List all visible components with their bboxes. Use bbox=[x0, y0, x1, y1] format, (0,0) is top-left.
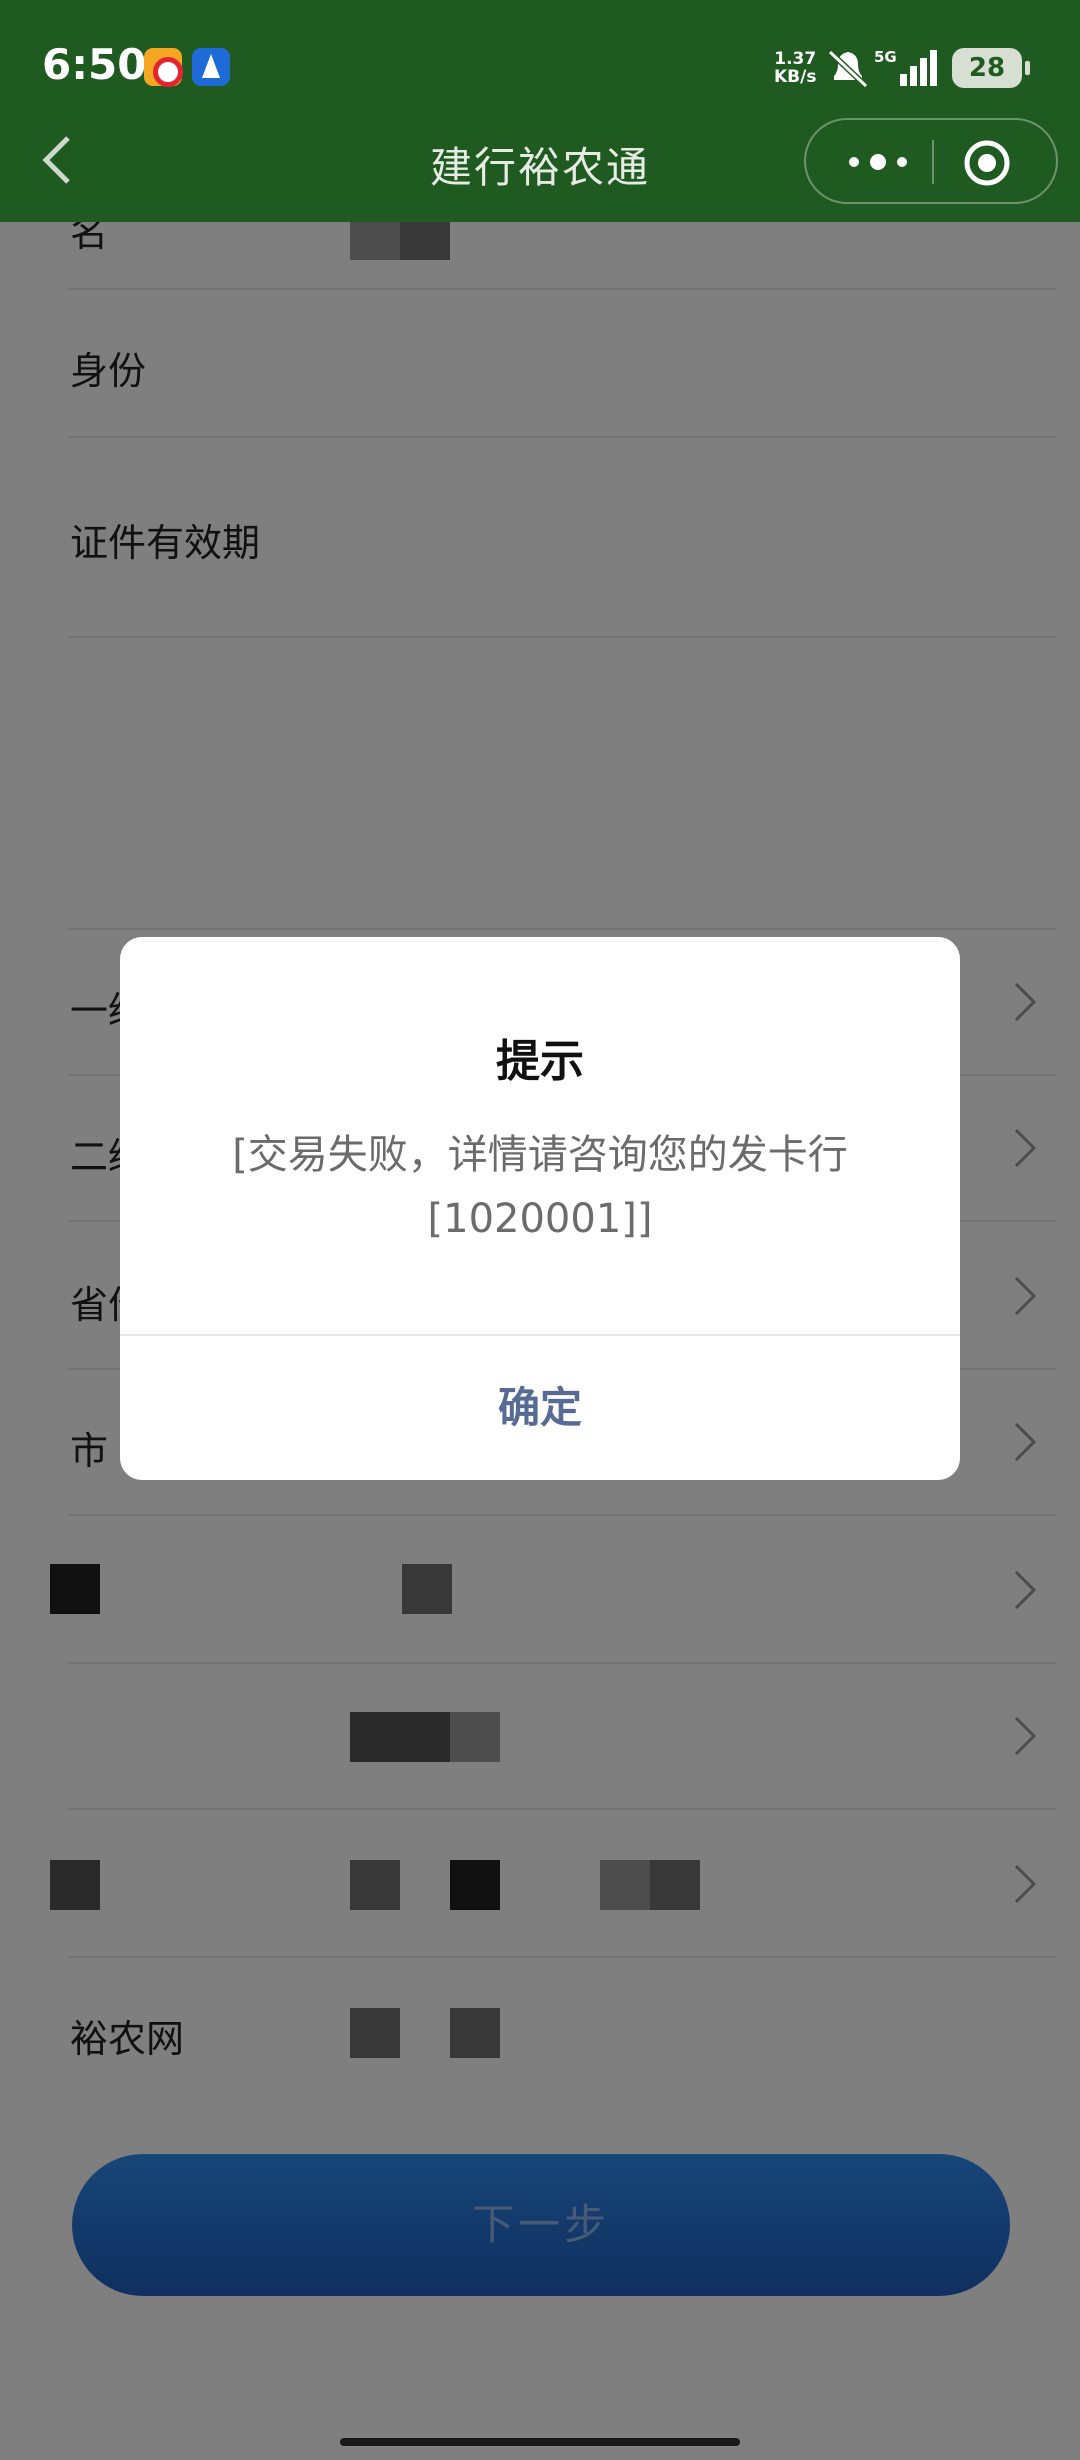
notification-app-icon bbox=[144, 48, 183, 87]
battery-indicator: 28 bbox=[952, 48, 1030, 88]
more-button[interactable] bbox=[836, 140, 920, 184]
status-icons: 5G bbox=[826, 46, 946, 94]
alert-dialog: 提示 [交易失败，详情请咨询您的发卡行[1020001]] 确定 bbox=[120, 937, 960, 1480]
close-mini-program-button[interactable] bbox=[962, 138, 1012, 188]
top-bar: 6:50 1.37 KB/s 5G 28 建行裕农通 bbox=[0, 0, 1080, 222]
target-close-icon bbox=[964, 140, 1010, 186]
confirm-button[interactable]: 确定 bbox=[120, 1336, 960, 1480]
more-dots-icon bbox=[849, 154, 907, 170]
network-speed-value: 1.37 bbox=[774, 49, 817, 69]
dialog-title: 提示 bbox=[496, 1036, 584, 1087]
network-speed-unit: KB/s bbox=[774, 67, 817, 87]
capsule-divider bbox=[932, 140, 934, 184]
network-type-label: 5G bbox=[874, 48, 897, 66]
notification-bank-app-icon bbox=[192, 48, 230, 86]
mini-program-capsule bbox=[804, 118, 1058, 204]
network-speed: 1.37 KB/s bbox=[774, 50, 816, 86]
dialog-message: [交易失败，详情请咨询您的发卡行[1020001]] bbox=[232, 1132, 848, 1242]
status-time: 6:50 bbox=[42, 40, 147, 89]
mute-bell-icon: 5G bbox=[827, 48, 937, 89]
